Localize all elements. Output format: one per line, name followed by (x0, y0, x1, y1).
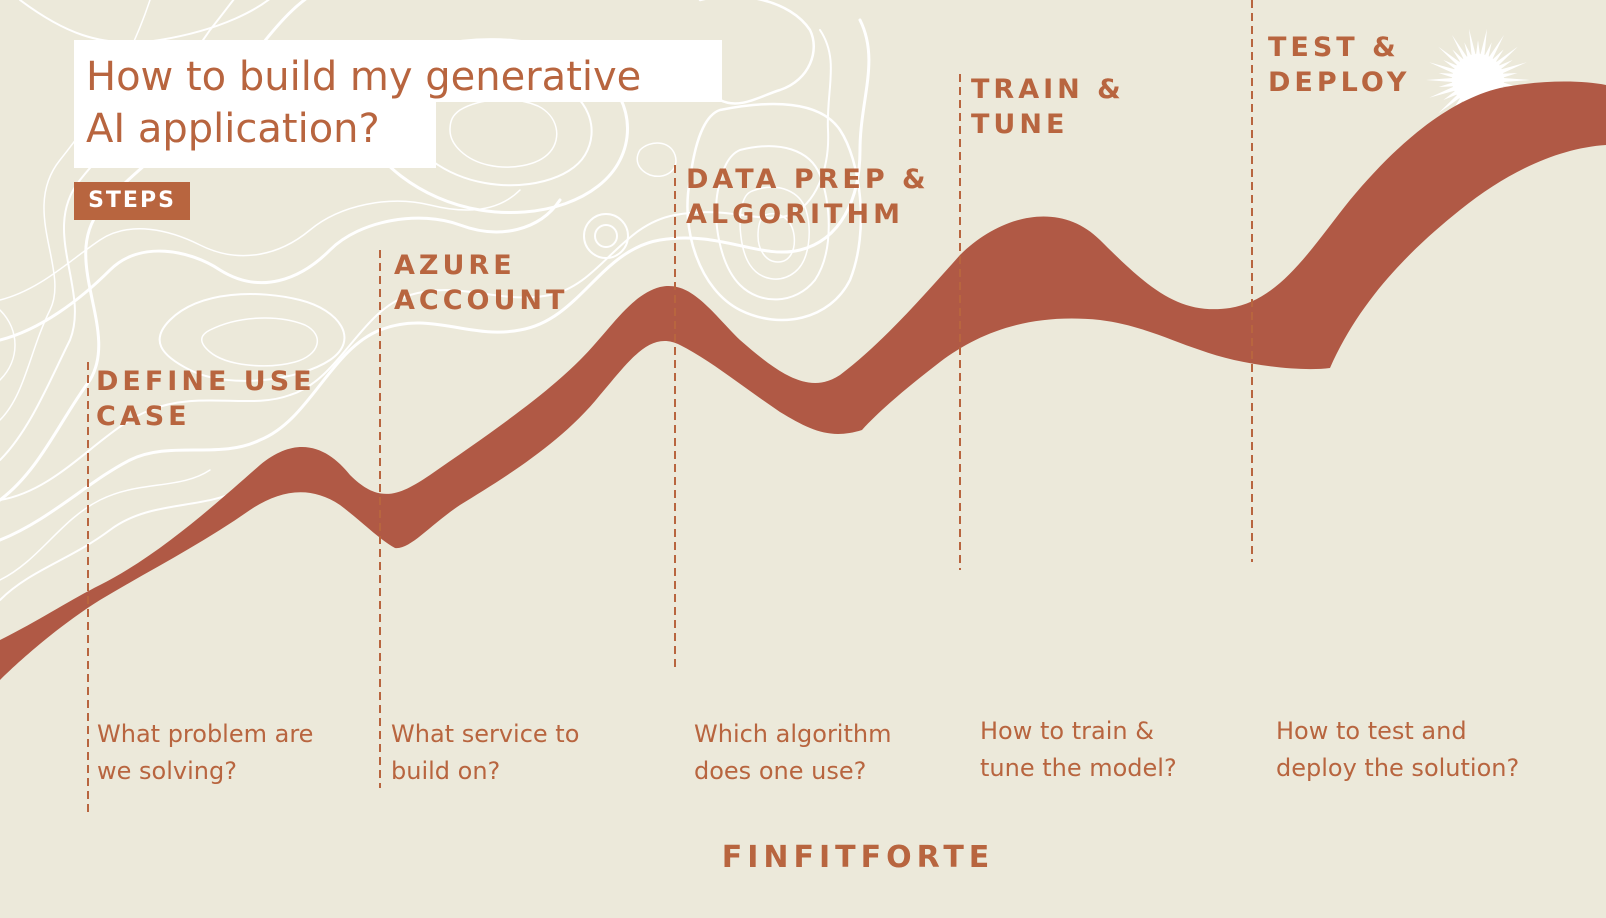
step-question-test-deploy: How to test and deploy the solution? (1276, 717, 1520, 782)
sun-ray (1426, 77, 1455, 83)
step-question-data-prep: Which algorithm does one use? (694, 720, 892, 785)
steps-badge: STEPS (74, 182, 190, 220)
sun-ray (1475, 40, 1481, 57)
infographic: How to build my generative AI applicatio… (0, 0, 1606, 918)
step-question-define-use-case: What problem are we solving? (97, 720, 314, 785)
step-heading-define-use-case: DEFINE USE CASE (96, 366, 316, 432)
sun-ray (1501, 73, 1518, 78)
step-heading-train-tune: TRAIN & TUNE (971, 74, 1125, 140)
step-heading-test-deploy: TEST & DEPLOY (1268, 32, 1411, 98)
step-question-azure-account: What service to build on? (391, 720, 580, 785)
page-title-line1: How to build my generative (74, 40, 722, 102)
page-title-line2: AI application? (74, 102, 436, 168)
sun-ray (1468, 28, 1476, 57)
sun-ray (1438, 73, 1455, 78)
sun-ray (1480, 28, 1488, 57)
sun-ray (1438, 82, 1455, 87)
step-question-train-tune: How to train & tune the model? (980, 717, 1177, 782)
step-heading-data-prep: DATA PREP & ALGORITHM (686, 164, 930, 230)
step-heading-azure-account: AZURE ACCOUNT (394, 250, 569, 316)
sun-ray (1501, 77, 1530, 83)
footer-brand: FINFITFORTE (721, 840, 995, 875)
